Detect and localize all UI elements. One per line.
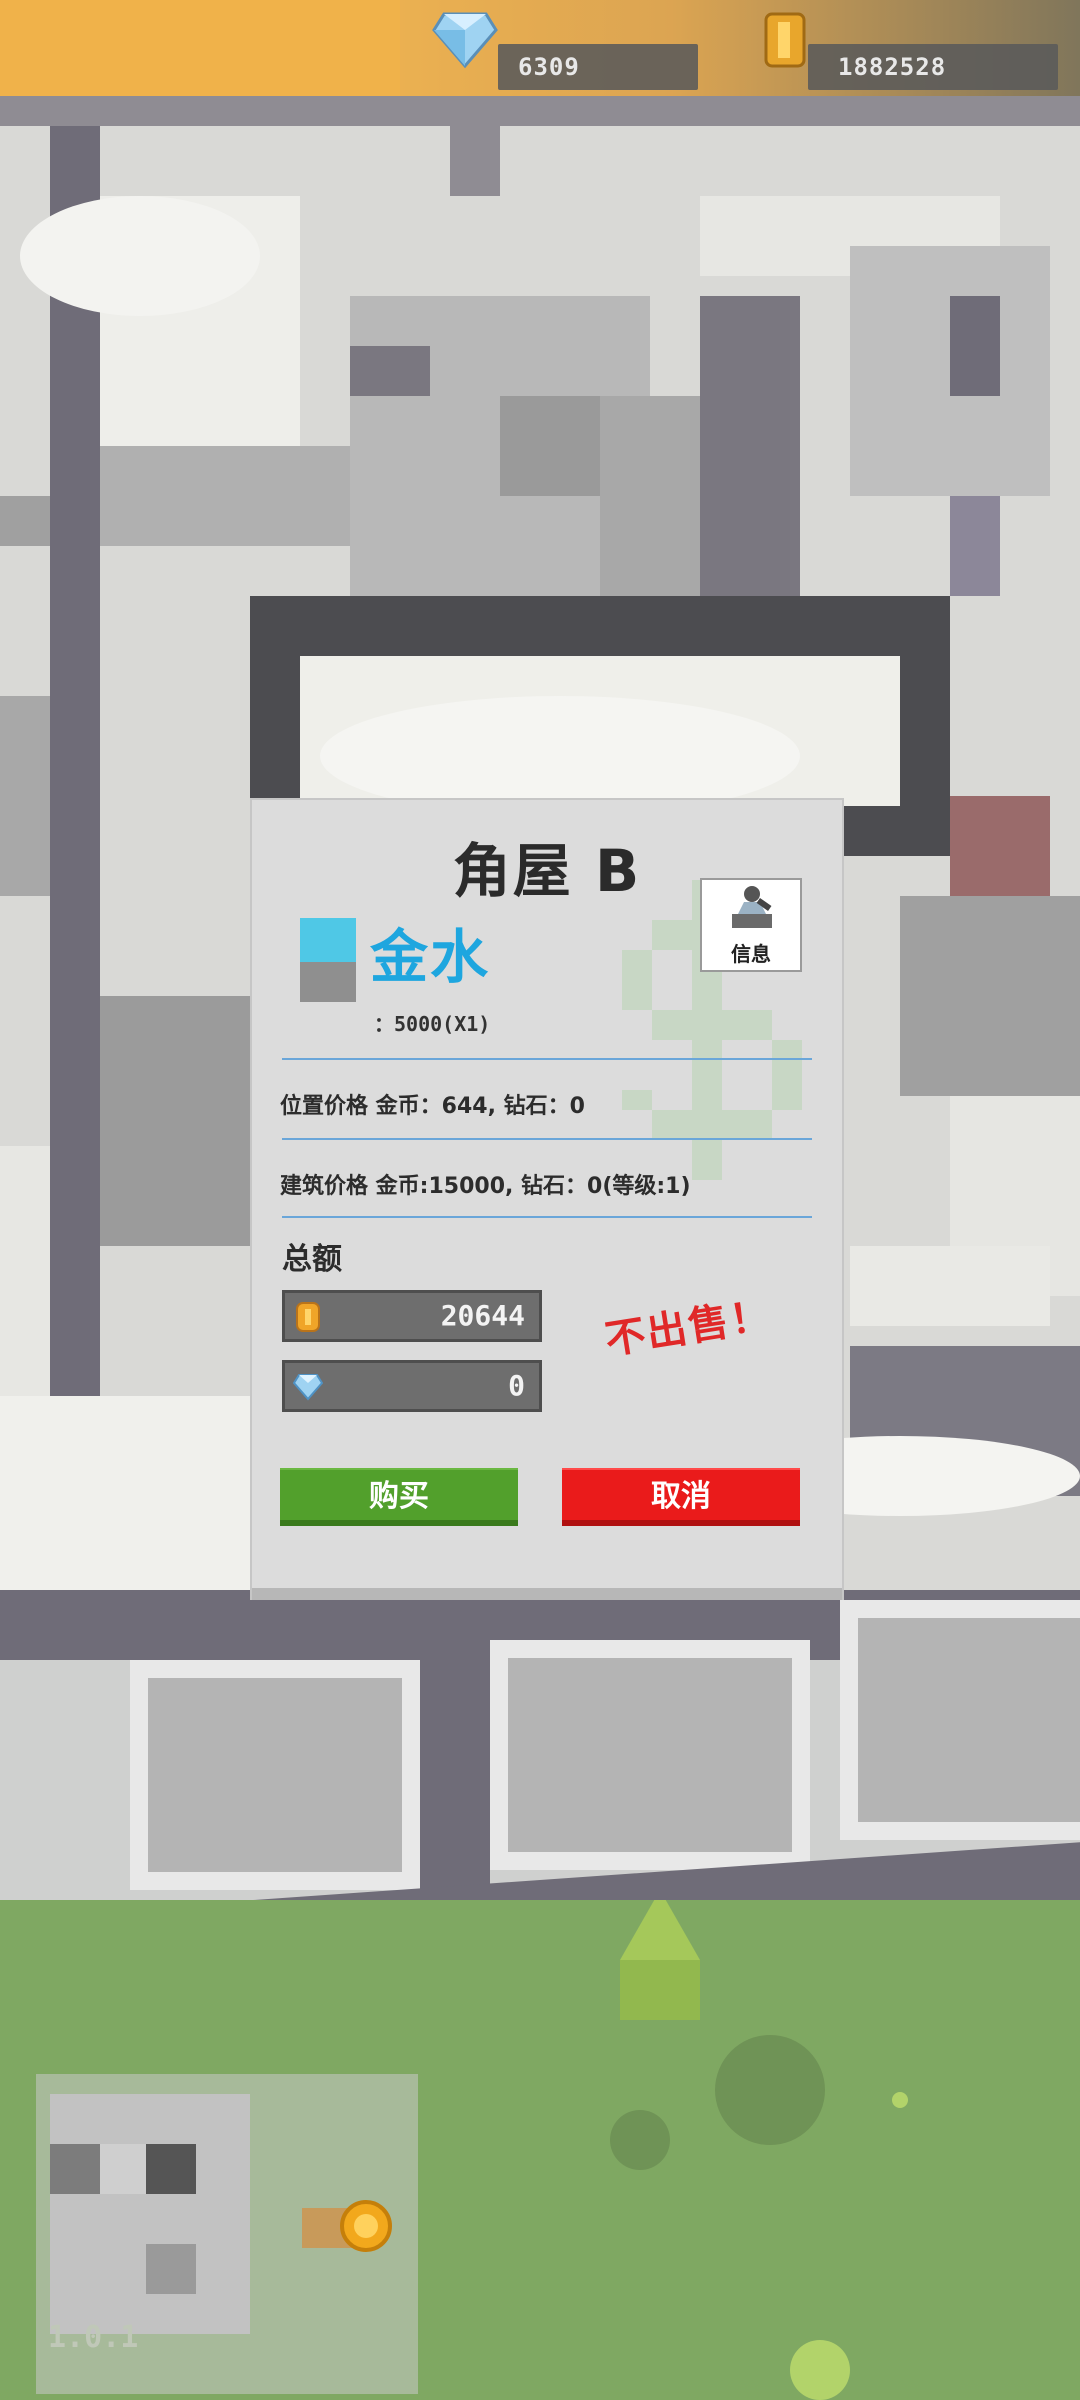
building-thumbnail bbox=[300, 918, 356, 962]
cancel-button[interactable]: 取消 bbox=[562, 1468, 800, 1526]
diamond-count: 6309 bbox=[518, 53, 580, 81]
coin-count: 1882528 bbox=[838, 53, 947, 81]
game-scene: 6309 1882528 1.0.1 角屋 B 信息 金水 ：5000(X1) … bbox=[0, 0, 1080, 2400]
info-button[interactable]: 信息 bbox=[700, 878, 802, 972]
buy-button[interactable]: 购买 bbox=[280, 1468, 518, 1526]
total-coins-box: 20644 bbox=[282, 1290, 542, 1342]
coin-icon bbox=[764, 12, 806, 68]
empty-lot[interactable] bbox=[490, 1640, 810, 1870]
building-price: 建筑价格 金币:15000, 钻石：0(等级:1) bbox=[280, 1174, 691, 1199]
magnifier-icon bbox=[732, 886, 772, 928]
total-diamonds: 0 bbox=[508, 1369, 525, 1402]
income-line: ：5000(X1) bbox=[374, 1012, 491, 1036]
empty-lot[interactable] bbox=[840, 1600, 1080, 1840]
top-resource-bar: 6309 1882528 bbox=[0, 0, 1080, 96]
divider bbox=[282, 1058, 812, 1060]
diamond-icon bbox=[293, 1374, 323, 1401]
info-label: 信息 bbox=[731, 942, 771, 966]
total-diamonds-box: 0 bbox=[282, 1360, 542, 1412]
coin-icon bbox=[296, 1302, 320, 1332]
divider bbox=[282, 1216, 812, 1218]
divider bbox=[282, 1138, 812, 1140]
coin-shop-icon[interactable] bbox=[296, 2194, 392, 2258]
road bbox=[420, 1620, 490, 1900]
purchase-dialog: 角屋 B 信息 金水 ：5000(X1) 位置价格 金币：644, 钻石：0 建… bbox=[252, 800, 842, 1598]
version-label: 1.0.1 bbox=[48, 2320, 139, 2355]
empty-lot[interactable] bbox=[130, 1660, 420, 1890]
total-label: 总额 bbox=[282, 1242, 342, 1277]
building-name: 金水 bbox=[370, 923, 491, 991]
coin-counter[interactable]: 1882528 bbox=[808, 44, 1058, 90]
total-coins: 20644 bbox=[440, 1299, 525, 1332]
dialog-shadow bbox=[252, 1588, 842, 1600]
location-price: 位置价格 金币：644, 钻石：0 bbox=[280, 1094, 585, 1119]
diamond-icon bbox=[432, 12, 498, 69]
not-for-sale-label: 不出售！ bbox=[602, 1292, 776, 1364]
diamond-counter[interactable]: 6309 bbox=[498, 44, 698, 90]
building-thumbnail-shadow bbox=[300, 962, 356, 1002]
